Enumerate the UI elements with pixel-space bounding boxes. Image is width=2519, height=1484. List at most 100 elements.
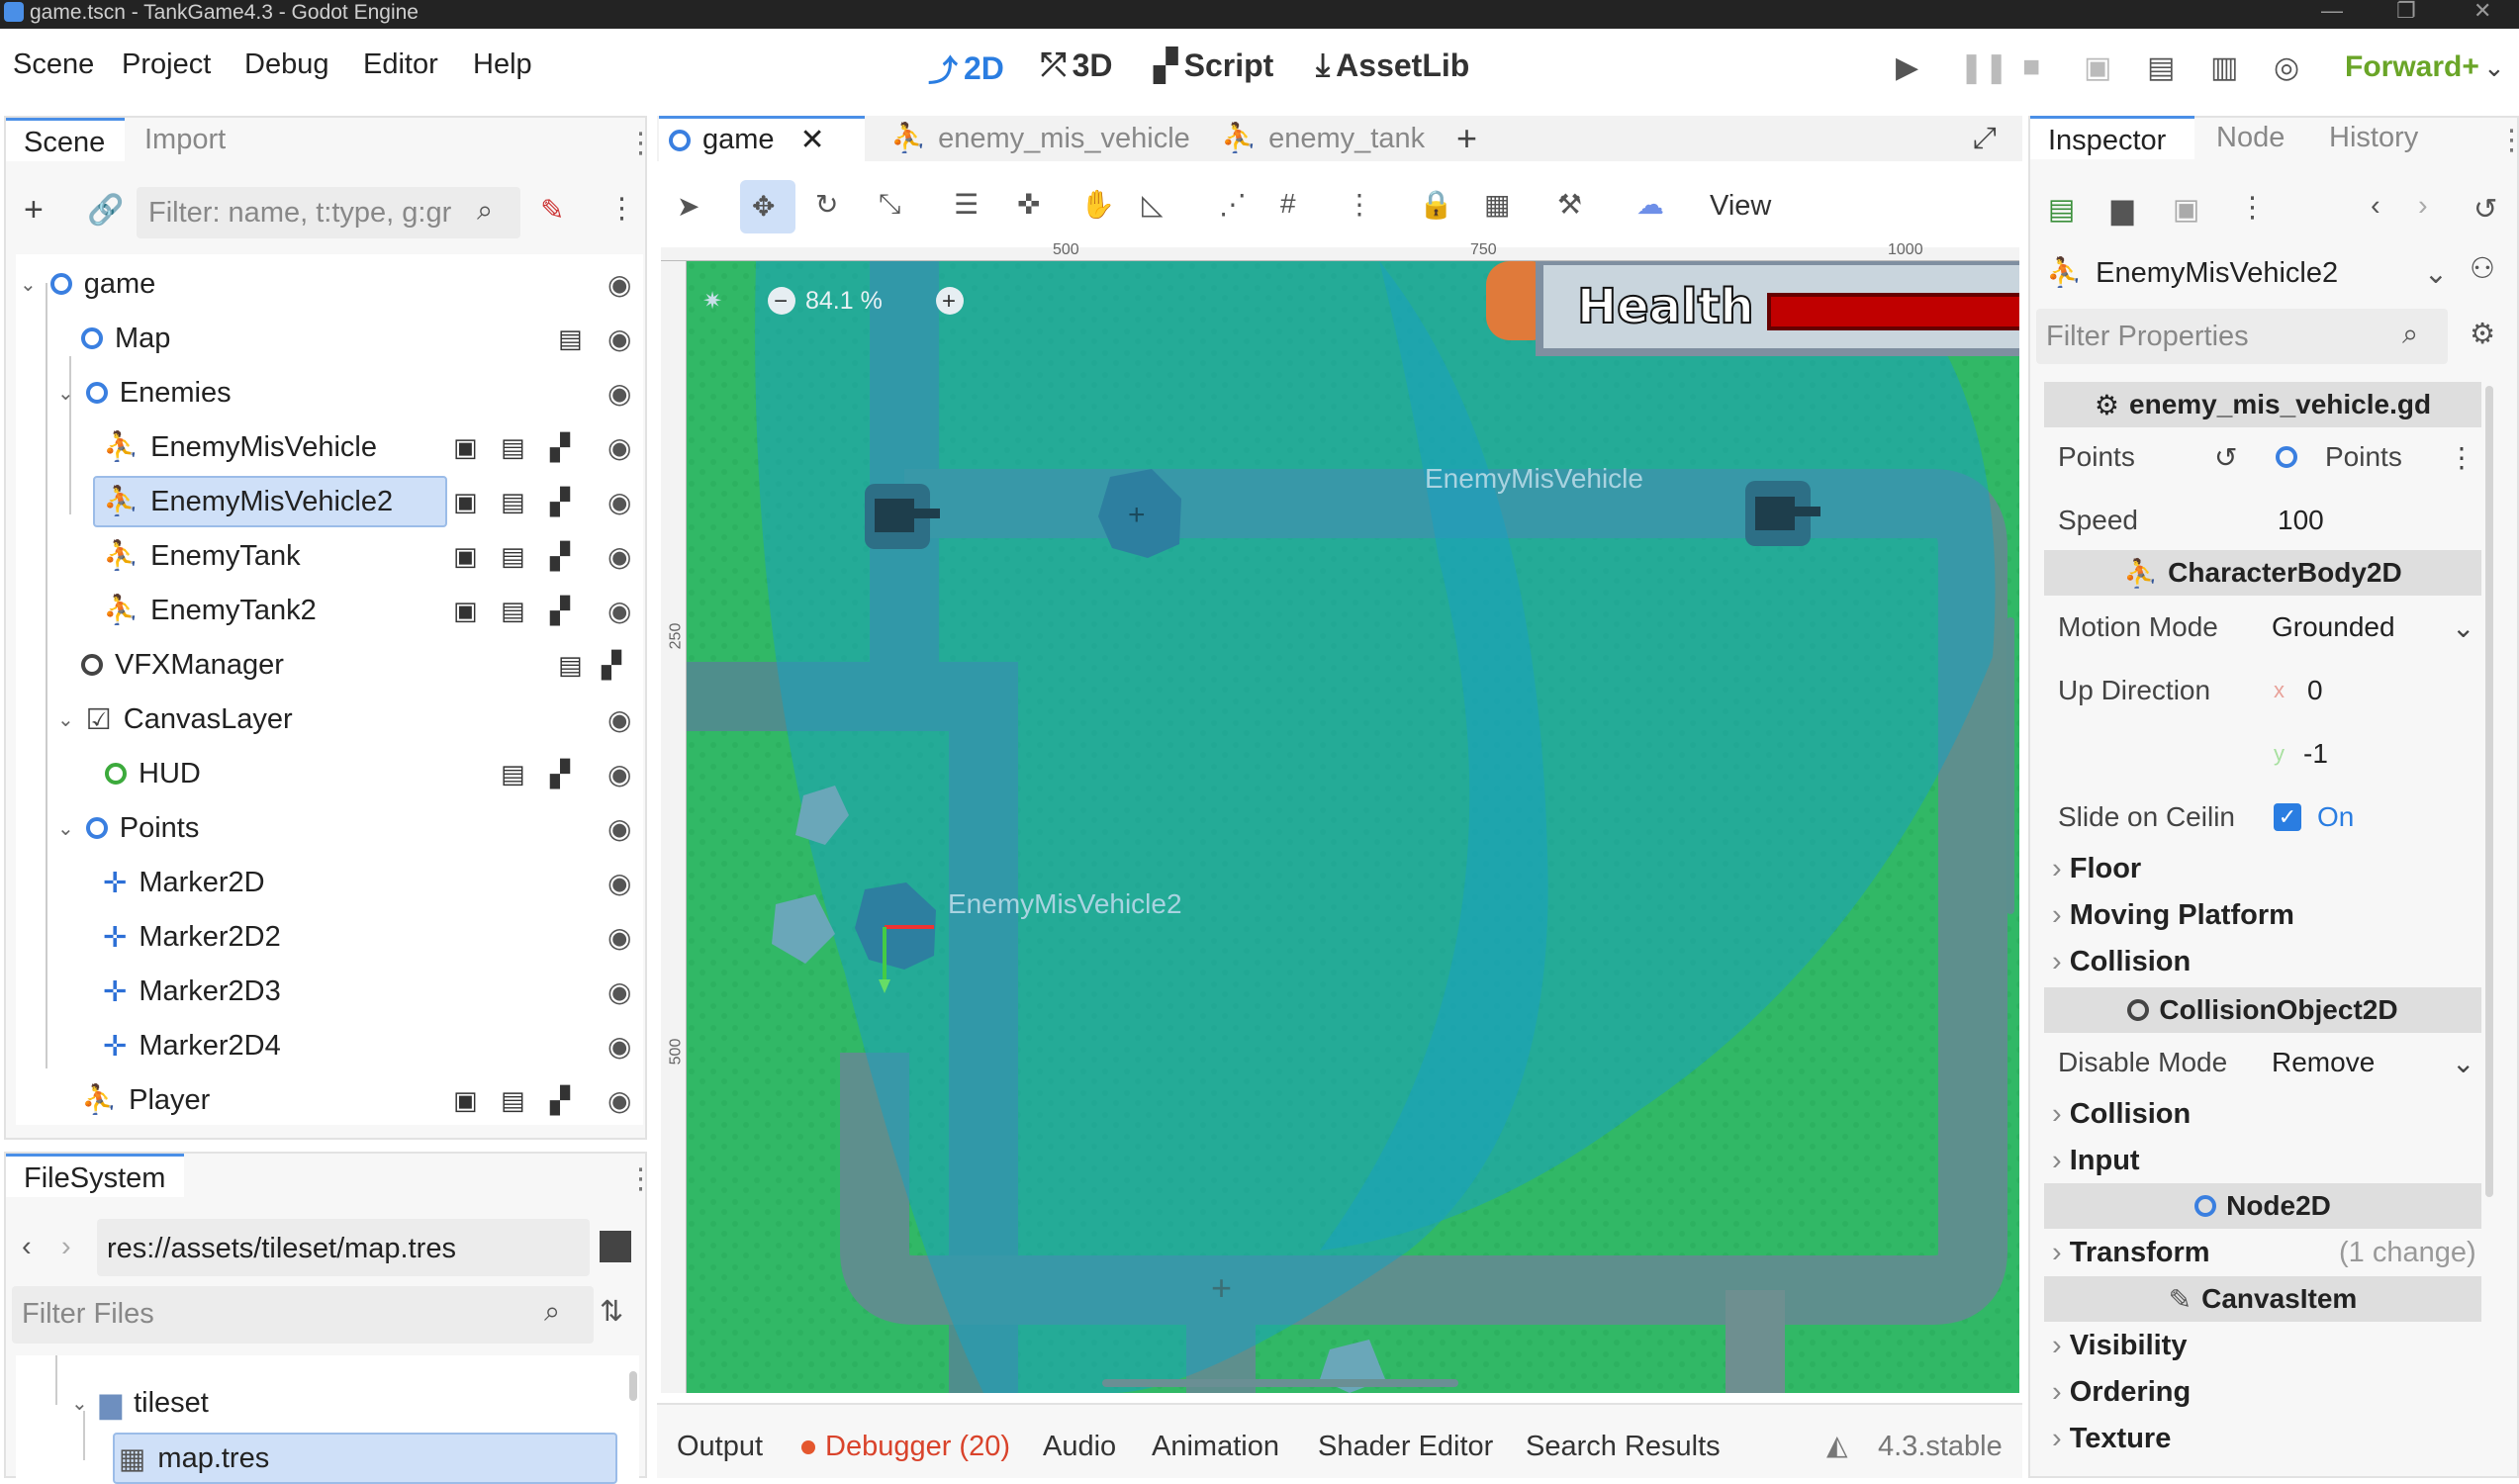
up-direction-y[interactable]: -1 [2303, 738, 2328, 770]
new-resource-icon[interactable]: ▤ [2048, 192, 2075, 227]
tree-item-vfxmanager[interactable]: VFXManager ▤ ▞ [16, 639, 639, 691]
tree-item-player[interactable]: ⛹ Player ▣ ▤ ▞ ◉ [16, 1074, 639, 1126]
visibility-eye-icon[interactable]: ◉ [607, 1084, 631, 1117]
tab-import[interactable]: Import [144, 118, 226, 161]
script-remove-icon[interactable]: ✎ [540, 193, 564, 228]
maximize-icon[interactable]: ❐ [2396, 0, 2416, 24]
menu-editor[interactable]: Editor [363, 48, 438, 81]
motion-mode-select[interactable]: Grounded [2272, 611, 2395, 643]
play-icon[interactable]: ▶ [1896, 50, 1918, 85]
revert-icon[interactable]: ↺ [2214, 441, 2237, 474]
open-folder-icon[interactable]: ▆ [2111, 192, 2133, 227]
clapper-icon[interactable]: ▤ [501, 432, 525, 463]
disable-mode-select[interactable]: Remove [2272, 1047, 2375, 1078]
chevron-down-icon[interactable]: ⌄ [71, 1391, 88, 1416]
minimize-icon[interactable]: — [2321, 0, 2343, 24]
tree-item-enemies[interactable]: ⌄ Enemies ◉ [16, 367, 639, 418]
history-forward-icon[interactable]: › [2418, 190, 2428, 223]
clapper-icon[interactable]: ▤ [501, 541, 525, 572]
pan-tool-icon[interactable]: ✋ [1080, 188, 1115, 221]
script-section-header[interactable]: ⚙ enemy_mis_vehicle.gd [2044, 382, 2481, 427]
menu-project[interactable]: Project [122, 48, 211, 81]
lock-icon[interactable]: 🔒 [1419, 188, 1453, 221]
tab-search-results[interactable]: Search Results [1526, 1431, 1721, 1463]
script-icon[interactable]: ▞ [550, 1085, 570, 1116]
dock-menu-icon[interactable]: ⋮ [2497, 123, 2519, 157]
tree-item-canvaslayer[interactable]: ⌄ ☑ CanvasLayer ◉ [16, 694, 639, 745]
visibility-eye-icon[interactable]: ◉ [607, 377, 631, 410]
workspace-script[interactable]: ▞ Script [1154, 46, 1273, 84]
back-icon[interactable]: ‹ [22, 1231, 32, 1263]
view-menu[interactable]: View [1710, 190, 1771, 223]
filter-properties-input[interactable]: Filter Properties ⌕ [2036, 309, 2448, 364]
close-window-icon[interactable]: ✕ [2473, 0, 2491, 24]
zoom-level[interactable]: 84.1 % [805, 287, 883, 316]
section-visibility[interactable]: › Visibility [2052, 1330, 2187, 1362]
checkbox-icon[interactable]: ✓ [2274, 803, 2301, 831]
history-back-icon[interactable]: ‹ [2371, 190, 2380, 223]
section-collision[interactable]: › Collision [2052, 946, 2191, 978]
object-selector[interactable]: ⛹ EnemyMisVehicle2 ⌄ [2040, 247, 2448, 299]
enemy-tank-sprite[interactable] [865, 484, 940, 549]
close-tab-icon[interactable]: ✕ [800, 123, 825, 157]
section-texture[interactable]: › Texture [2052, 1423, 2171, 1455]
tab-node[interactable]: Node [2216, 116, 2285, 159]
menu-debug[interactable]: Debug [244, 48, 328, 81]
tab-debugger[interactable]: Debugger (20) [825, 1431, 1010, 1463]
class-header-characterbody2d[interactable]: ⛹ CharacterBody2D [2044, 550, 2481, 596]
tab-filesystem[interactable]: FileSystem [6, 1154, 184, 1197]
update-spinner-icon[interactable]: ◭ [1826, 1429, 1848, 1461]
tree-item-hud[interactable]: HUD ▤ ▞ ◉ [16, 748, 639, 799]
section-ordering[interactable]: › Ordering [2052, 1376, 2191, 1409]
clapper-icon[interactable]: ▤ [501, 487, 525, 517]
tab-inspector[interactable]: Inspector [2030, 116, 2194, 159]
canvas-viewport[interactable]: + + + ✷ − + 84.1 % Health EnemyMisVehicl… [687, 261, 2019, 1393]
file-item-map-tres[interactable]: ▦ map.tres [16, 1433, 639, 1484]
pause-icon[interactable]: ❚❚ [1959, 50, 2008, 85]
rotate-tool-icon[interactable]: ↻ [815, 188, 838, 221]
section-collision-2[interactable]: › Collision [2052, 1098, 2191, 1131]
tree-item-map[interactable]: Map ▤ ◉ [16, 313, 639, 364]
tab-scene[interactable]: Scene [6, 118, 125, 161]
chevron-down-icon[interactable]: ⌄ [57, 707, 74, 732]
visibility-eye-icon[interactable]: ◉ [607, 812, 631, 845]
section-floor[interactable]: › Floor [2052, 853, 2141, 885]
resource-menu-icon[interactable]: ⋮ [2238, 190, 2267, 225]
dock-menu-icon[interactable]: ⋮ [626, 1161, 655, 1196]
select-tool-icon[interactable]: ➤ [677, 190, 700, 223]
snap-options-icon[interactable]: ⋮ [1346, 188, 1373, 221]
class-header-collisionobject2d[interactable]: CollisionObject2D [2044, 987, 2481, 1033]
tree-item-points[interactable]: ⌄ Points ◉ [16, 802, 639, 854]
split-view-icon[interactable] [600, 1231, 631, 1262]
visibility-eye-icon[interactable]: ◉ [607, 268, 631, 301]
vertical-scrollbar[interactable] [2006, 617, 2014, 914]
save-icon[interactable]: ▣ [2173, 192, 2199, 227]
horizontal-scrollbar[interactable] [1102, 1379, 1458, 1387]
tab-output[interactable]: Output [677, 1431, 763, 1463]
open-scene-icon[interactable]: ▣ [453, 432, 478, 463]
clapper-icon[interactable]: ▤ [501, 1085, 525, 1116]
clapper-icon[interactable]: ▤ [558, 650, 583, 681]
file-item-tileset[interactable]: ⌄ ▆ tileset [16, 1377, 639, 1429]
property-menu-icon[interactable]: ⋮ [2448, 441, 2475, 474]
visibility-eye-icon[interactable]: ◉ [607, 595, 631, 627]
sort-icon[interactable]: ⇅ [600, 1294, 623, 1329]
group-icon[interactable]: ▦ [1484, 188, 1510, 221]
add-node-icon[interactable]: + [24, 191, 44, 230]
speed-value[interactable]: 100 [2278, 505, 2324, 536]
inspector-options-icon[interactable]: ⚙ [2470, 317, 2495, 351]
open-scene-icon[interactable]: ▣ [453, 541, 478, 572]
clapper-icon[interactable]: ▤ [501, 596, 525, 626]
scene-filter-input[interactable]: Filter: name, t:type, g:gr ⌕ [137, 187, 520, 238]
class-header-node2d[interactable]: Node2D [2044, 1183, 2481, 1229]
open-scene-icon[interactable]: ▣ [453, 596, 478, 626]
visibility-eye-icon[interactable]: ◉ [607, 1030, 631, 1063]
script-icon[interactable]: ▞ [550, 596, 570, 626]
movie-maker-icon[interactable]: ◎ [2274, 50, 2299, 85]
points-value[interactable]: Points [2325, 441, 2402, 473]
workspace-3d[interactable]: ⤱ 3D [1041, 46, 1113, 84]
tab-game[interactable]: game ✕ [659, 116, 865, 161]
smart-snap-icon[interactable]: ⋰ [1219, 188, 1247, 221]
visibility-eye-icon[interactable]: ◉ [607, 323, 631, 355]
script-icon[interactable]: ▞ [550, 487, 570, 517]
